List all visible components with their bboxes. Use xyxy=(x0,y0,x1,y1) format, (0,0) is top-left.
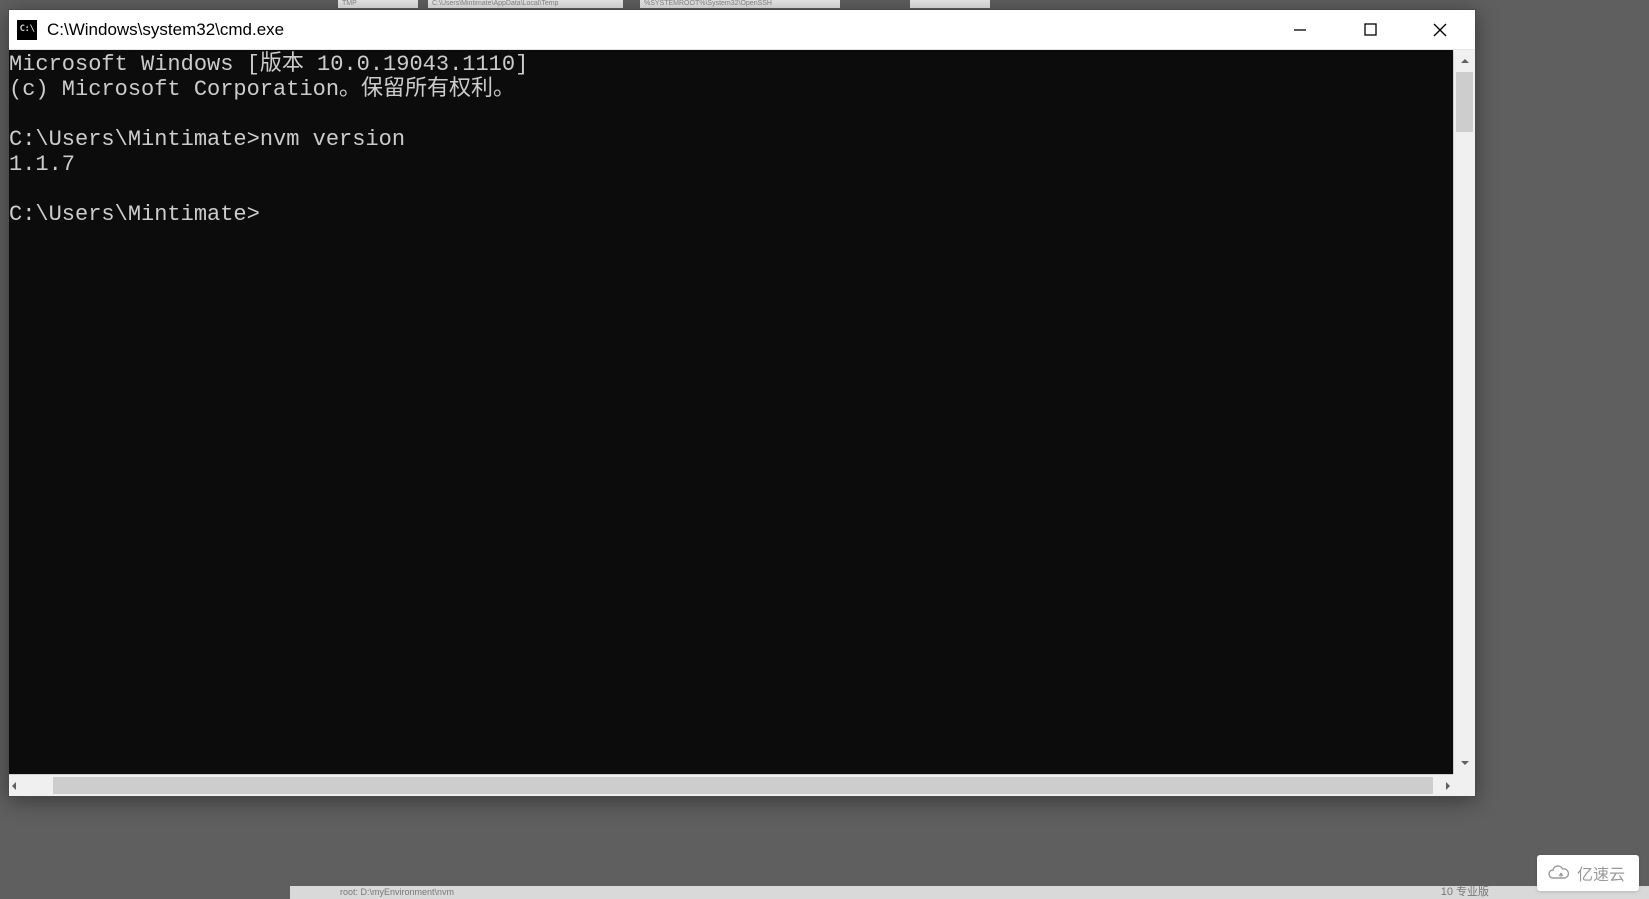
bg-tab: %SYSTEMROOT%\System32\OpenSSH xyxy=(640,0,840,8)
bg-tab xyxy=(910,0,990,8)
minimize-icon xyxy=(1293,23,1307,37)
watermark-badge: 亿速云 xyxy=(1537,855,1639,891)
bg-bottom-right-text: 10 专业版 xyxy=(1441,886,1489,899)
window-controls xyxy=(1265,10,1475,49)
scroll-left-button[interactable] xyxy=(9,775,19,797)
watermark-label: 亿速云 xyxy=(1577,861,1625,885)
maximize-button[interactable] xyxy=(1335,10,1405,49)
close-button[interactable] xyxy=(1405,10,1475,49)
chevron-up-icon xyxy=(1460,56,1470,66)
scroll-h-track[interactable] xyxy=(19,775,1443,796)
scroll-up-button[interactable] xyxy=(1454,50,1475,72)
cmd-icon: C:\ xyxy=(17,20,37,40)
client-area: Microsoft Windows [版本 10.0.19043.1110] (… xyxy=(9,50,1475,774)
terminal-output[interactable]: Microsoft Windows [版本 10.0.19043.1110] (… xyxy=(9,50,1453,774)
chevron-left-icon xyxy=(9,781,19,791)
scroll-right-button[interactable] xyxy=(1443,775,1453,797)
horizontal-scrollbar[interactable] xyxy=(9,774,1453,796)
bg-tab: TMP xyxy=(338,0,418,8)
bottom-scroll-row xyxy=(9,774,1475,796)
scroll-corner xyxy=(1453,774,1475,796)
chevron-right-icon xyxy=(1443,781,1453,791)
titlebar[interactable]: C:\ C:\Windows\system32\cmd.exe xyxy=(9,10,1475,50)
cloud-icon xyxy=(1547,865,1569,881)
close-icon xyxy=(1433,23,1447,37)
scroll-h-thumb[interactable] xyxy=(53,777,1433,794)
chevron-down-icon xyxy=(1460,758,1470,768)
cmd-window: C:\ C:\Windows\system32\cmd.exe Microsof… xyxy=(8,9,1476,797)
minimize-button[interactable] xyxy=(1265,10,1335,49)
bg-tab: C:\Users\Mintimate\AppData\Local\Temp xyxy=(428,0,623,8)
vertical-scrollbar[interactable] xyxy=(1453,50,1475,774)
cmd-icon-label: C:\ xyxy=(20,25,35,34)
scroll-thumb[interactable] xyxy=(1456,72,1473,132)
window-title: C:\Windows\system32\cmd.exe xyxy=(47,20,284,40)
scroll-down-button[interactable] xyxy=(1454,752,1475,774)
scroll-track[interactable] xyxy=(1454,72,1475,752)
maximize-icon xyxy=(1364,23,1377,36)
